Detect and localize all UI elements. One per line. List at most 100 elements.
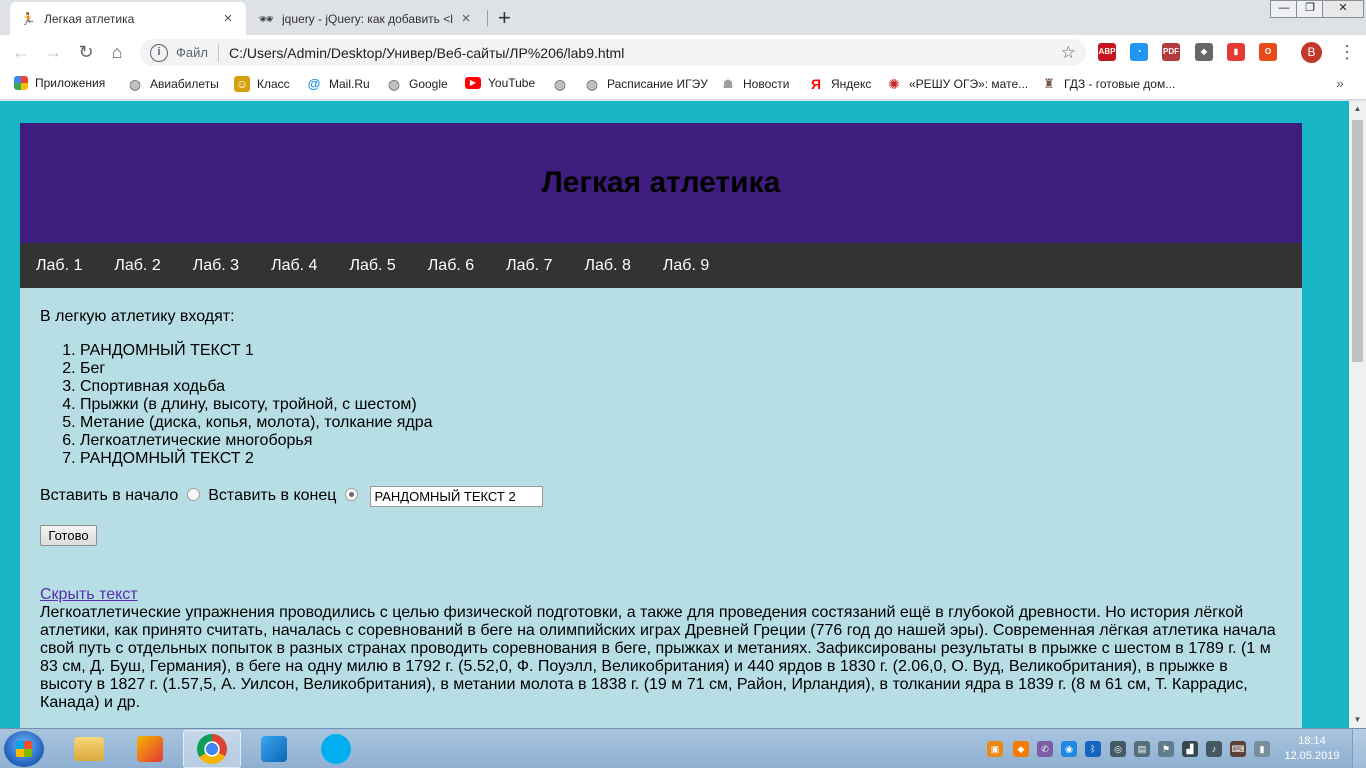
more-bookmarks-icon[interactable]: » (1336, 75, 1344, 91)
reload-icon[interactable]: ↻ (75, 41, 97, 63)
insert-end-radio[interactable] (345, 487, 359, 501)
taskbar-skype[interactable] (307, 730, 365, 768)
nav-lab-1[interactable]: Лаб. 1 (36, 257, 82, 275)
taskbar-vscode[interactable] (245, 730, 303, 768)
skype-icon (321, 734, 351, 764)
system-clock[interactable]: 18:14 12.05.2019 (1283, 734, 1341, 764)
bookmark-gdz[interactable]: ♜ ГДЗ - готовые дом... (1041, 76, 1175, 92)
extension-chart-icon[interactable]: ◔ (1130, 43, 1148, 61)
explorer-icon (74, 737, 104, 761)
page-scrollbar[interactable]: ▲ ▼ (1349, 101, 1366, 728)
insert-start-radio[interactable] (187, 487, 201, 501)
bookmark-star-icon[interactable]: ☆ (1061, 43, 1076, 63)
signal-icon[interactable]: ▟ (1182, 741, 1198, 757)
close-tab-icon[interactable]: × (458, 10, 474, 27)
bookmark-novosti[interactable]: ☗ Новости (720, 76, 790, 92)
insert-controls: Вставить в начало Вставить в конец (40, 485, 1282, 507)
taskbar-paint[interactable] (121, 730, 179, 768)
bookmark-google[interactable]: ◍ Google (386, 76, 448, 92)
new-tab-button[interactable]: + (498, 5, 511, 31)
tray-app-icon[interactable]: ▣ (987, 741, 1003, 757)
taskbar-chrome[interactable] (183, 730, 241, 768)
tab-inactive[interactable]: 🕶 jquery - jQuery: как добавить <l × (248, 2, 484, 35)
address-bar[interactable]: i Файл C:/Users/Admin/Desktop/Универ/Веб… (140, 39, 1086, 66)
hide-text-link[interactable]: Скрыть текст (40, 586, 138, 604)
globe-icon: ◍ (585, 76, 599, 92)
nav-lab-4[interactable]: Лаб. 4 (271, 257, 317, 275)
insert-end-label: Вставить в конец (208, 487, 337, 504)
home-icon[interactable]: ⌂ (106, 41, 128, 63)
nav-lab-7[interactable]: Лаб. 7 (506, 257, 552, 275)
nav-lab-2[interactable]: Лаб. 2 (114, 257, 160, 275)
chrome-icon (197, 734, 227, 764)
bookmark-youtube[interactable]: ▶ YouTube (465, 76, 535, 90)
close-tab-icon[interactable]: × (220, 10, 236, 27)
maximize-button[interactable]: ❐ (1296, 0, 1324, 18)
tray-drop-icon[interactable]: ◉ (1061, 741, 1077, 757)
office-icon[interactable]: O (1259, 43, 1277, 61)
insert-text-input[interactable] (370, 485, 544, 507)
runner-icon: 🏃 (20, 11, 36, 26)
bookmark-label: YouTube (488, 76, 536, 90)
bookmark-label: Новости (743, 77, 790, 91)
tray-monitor-icon[interactable]: ▤ (1134, 741, 1150, 757)
show-desktop-button[interactable] (1352, 729, 1366, 768)
address-url[interactable]: C:/Users/Admin/Desktop/Универ/Веб-сайты/… (229, 45, 1061, 61)
nav-lab-5[interactable]: Лаб. 5 (349, 257, 395, 275)
action-center-flag-icon[interactable]: ⚑ (1158, 741, 1174, 757)
list-item: РАНДОМНЫЙ ТЕКСТ 1 (80, 342, 1282, 360)
nav-lab-6[interactable]: Лаб. 6 (428, 257, 474, 275)
extension-bookmark-icon[interactable]: ▮ (1227, 43, 1245, 61)
bookmark-reshu-oge[interactable]: ✺ «РЕШУ ОГЭ»: мате... (886, 76, 1028, 92)
tray-fox-icon[interactable]: ◆ (1013, 741, 1029, 757)
sport-list: РАНДОМНЫЙ ТЕКСТ 1 Бег Спортивная ходьба … (80, 342, 1282, 468)
paint-icon (137, 736, 163, 762)
bluetooth-icon[interactable]: ᛒ (1085, 741, 1101, 757)
bookmark-label: «РЕШУ ОГЭ»: мате... (909, 77, 1029, 91)
bookmark-raspisanie[interactable]: ◍ Расписание ИГЭУ (584, 76, 708, 92)
keyboard-layout-icon[interactable]: ⌨ (1230, 741, 1246, 757)
back-arrow-icon[interactable]: ← (10, 41, 32, 63)
done-button[interactable]: Готово (40, 525, 97, 546)
tray-power-icon[interactable]: ▮ (1254, 741, 1270, 757)
taskbar-explorer[interactable] (60, 730, 118, 768)
globe-icon: ◍ (128, 76, 142, 92)
profile-avatar[interactable]: В (1301, 42, 1322, 63)
scroll-thumb[interactable] (1352, 120, 1363, 362)
vscode-icon (261, 736, 287, 762)
bookmark-yandex[interactable]: Я Яндекс (808, 76, 871, 92)
odnoklassniki-icon: ☺ (234, 76, 250, 92)
bookmark-label: Расписание ИГЭУ (607, 77, 708, 91)
bookmark-mailru[interactable]: @ Mail.Ru (306, 76, 370, 92)
volume-icon[interactable]: ♪ (1206, 741, 1222, 757)
tab-separator (487, 10, 488, 26)
pdf-icon[interactable]: PDF (1162, 43, 1180, 61)
tab-active[interactable]: 🏃 Легкая атлетика × (10, 2, 246, 35)
info-icon[interactable]: i (150, 43, 168, 62)
reshu-oge-icon: ✺ (888, 76, 900, 92)
yandex-icon: Я (810, 76, 822, 92)
history-text: Легкоатлетические упражнения проводились… (40, 604, 1276, 711)
forward-arrow-icon[interactable]: → (42, 41, 64, 63)
bookmark-apps[interactable]: Приложения (14, 76, 105, 90)
bookmark-klass[interactable]: ☺ Класс (234, 76, 290, 92)
bookmark-aviabilety[interactable]: ◍ Авиабилеты (127, 76, 219, 92)
minimize-button[interactable]: — (1270, 0, 1298, 18)
scroll-up-icon[interactable]: ▲ (1349, 101, 1366, 117)
nav-lab-9[interactable]: Лаб. 9 (663, 257, 709, 275)
clock-time: 18:14 (1298, 735, 1326, 747)
start-button[interactable] (4, 731, 44, 767)
menu-dots-icon[interactable]: ⋮ (1338, 42, 1356, 62)
clock-date: 12.05.2019 (1284, 750, 1340, 762)
viber-icon[interactable]: ✆ (1037, 741, 1053, 757)
adblock-icon[interactable]: ABP (1098, 43, 1116, 61)
scroll-down-icon[interactable]: ▼ (1349, 712, 1366, 728)
nav-lab-8[interactable]: Лаб. 8 (585, 257, 631, 275)
tray-network-icon[interactable]: ◎ (1110, 741, 1126, 757)
extension-shield-icon[interactable]: ◈ (1195, 43, 1213, 61)
bookmark-unnamed[interactable]: ◍ (552, 76, 575, 92)
gdz-icon: ♜ (1043, 76, 1055, 91)
nav-lab-3[interactable]: Лаб. 3 (193, 257, 239, 275)
mailru-icon: @ (307, 76, 321, 91)
close-window-button[interactable]: ✕ (1322, 0, 1364, 18)
